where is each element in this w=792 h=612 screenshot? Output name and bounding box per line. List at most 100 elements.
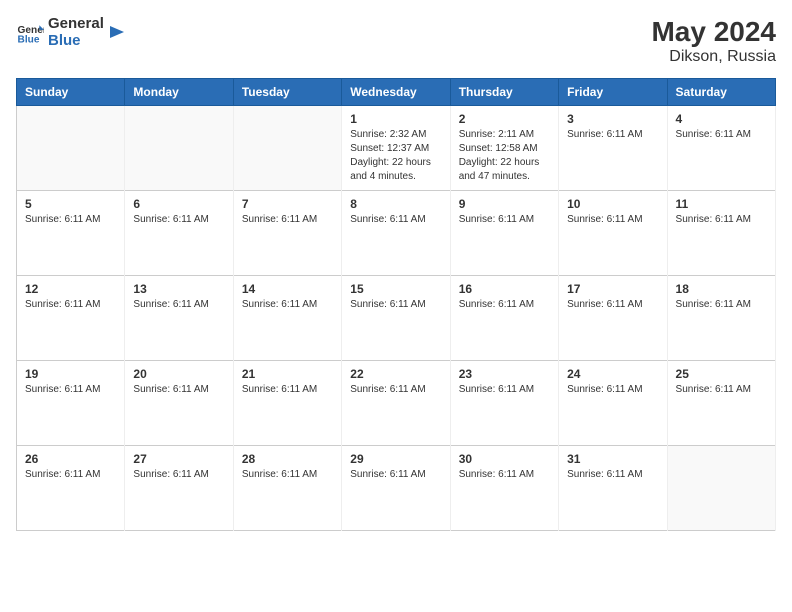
calendar-week-row: 19 Sunrise: 6:11 AM 20 Sunrise: 6:11 AM 21 Su… <box>17 361 776 446</box>
calendar-week-row: 26 Sunrise: 6:11 AM 27 Sunrise: 6:11 AM 28 Su… <box>17 446 776 531</box>
day-number: 4 <box>676 112 767 126</box>
day-number: 21 <box>242 367 333 381</box>
day-number: 3 <box>567 112 658 126</box>
calendar-cell: 17Sunrise: 6:11 AM <box>559 276 667 361</box>
day-number: 1 <box>350 112 441 126</box>
day-info: Sunrise: 6:11 AM <box>350 383 441 397</box>
day-info: Sunrise: 6:11 AM <box>25 298 116 312</box>
day-number: 20 <box>133 367 224 381</box>
day-info: Sunrise: 6:11 AM <box>133 213 224 227</box>
day-info: Sunrise: 6:11 AM <box>25 468 116 482</box>
calendar-cell: 24 Sunrise: 6:11 AM <box>559 361 667 446</box>
header-thursday: Thursday <box>450 79 558 106</box>
header-sunday: Sunday <box>17 79 125 106</box>
day-number: 18 <box>676 282 767 296</box>
day-number: 27 <box>133 452 224 466</box>
day-info: Sunrise: 6:11 AM <box>25 383 116 397</box>
logo-flag-icon <box>108 24 126 42</box>
calendar-cell: 15 Sunrise: 6:11 AM <box>342 276 450 361</box>
day-info: Sunrise: 6:11 AM <box>133 468 224 482</box>
calendar-table: SundayMondayTuesdayWednesdayThursdayFrid… <box>16 78 776 531</box>
header-friday: Friday <box>559 79 667 106</box>
calendar-cell: 21 Sunrise: 6:11 AM <box>233 361 341 446</box>
day-number: 13 <box>133 282 224 296</box>
calendar-cell: 27 Sunrise: 6:11 AM <box>125 446 233 531</box>
title-month: May 2024 <box>651 16 776 48</box>
calendar-cell: 6 Sunrise: 6:11 AM <box>125 191 233 276</box>
calendar-cell <box>233 106 341 191</box>
day-info: Sunrise: 6:11 AM <box>459 383 550 397</box>
day-info: Sunrise: 6:11 AM <box>567 383 658 397</box>
day-info: Sunrise: 6:11 AM <box>567 298 658 312</box>
day-info: Sunrise: 6:11 AM <box>459 298 550 312</box>
day-info: Sunrise: 6:11 AM <box>676 213 767 227</box>
day-number: 7 <box>242 197 333 211</box>
calendar-cell: 30 Sunrise: 6:11 AM <box>450 446 558 531</box>
day-number: 2 <box>459 112 550 126</box>
calendar-cell: 16Sunrise: 6:11 AM <box>450 276 558 361</box>
calendar-cell: 22 Sunrise: 6:11 AM <box>342 361 450 446</box>
day-number: 26 <box>25 452 116 466</box>
day-info: Sunrise: 2:32 AM Sunset: 12:37 AM Daylig… <box>350 128 441 184</box>
header-monday: Monday <box>125 79 233 106</box>
calendar-week-row: 1 Sunrise: 2:32 AM Sunset: 12:37 AM Dayli… <box>17 106 776 191</box>
day-info: Sunrise: 6:11 AM <box>242 383 333 397</box>
day-info: Sunrise: 6:11 AM <box>133 298 224 312</box>
calendar-cell: 4 Sunrise: 6:11 AM <box>667 106 775 191</box>
day-number: 10 <box>567 197 658 211</box>
day-number: 23 <box>459 367 550 381</box>
day-info: Sunrise: 6:11 AM <box>242 468 333 482</box>
day-info: Sunrise: 6:11 AM <box>242 213 333 227</box>
day-info: Sunrise: 6:11 AM <box>350 468 441 482</box>
svg-text:Blue: Blue <box>18 34 40 45</box>
day-number: 8 <box>350 197 441 211</box>
calendar-week-row: 5 Sunrise: 6:11 AM 6 Sunrise: 6:11 AM 7 Sunri… <box>17 191 776 276</box>
day-number: 6 <box>133 197 224 211</box>
calendar-cell: 28 Sunrise: 6:11 AM <box>233 446 341 531</box>
day-info: Sunrise: 6:11 AM <box>676 128 767 142</box>
calendar-cell <box>17 106 125 191</box>
day-number: 28 <box>242 452 333 466</box>
day-number: 14 <box>242 282 333 296</box>
header-wednesday: Wednesday <box>342 79 450 106</box>
day-info: Sunrise: 6:11 AM <box>25 213 116 227</box>
calendar-cell: 19 Sunrise: 6:11 AM <box>17 361 125 446</box>
calendar-cell: 18 Sunrise: 6:11 AM <box>667 276 775 361</box>
day-number: 11 <box>676 197 767 211</box>
header-saturday: Saturday <box>667 79 775 106</box>
day-info: Sunrise: 6:11 AM <box>133 383 224 397</box>
day-number: 25 <box>676 367 767 381</box>
day-number: 15 <box>350 282 441 296</box>
day-info: Sunrise: 6:11 AM <box>567 128 658 142</box>
calendar-cell: 3 Sunrise: 6:11 AM <box>559 106 667 191</box>
day-info: Sunrise: 6:11 AM <box>350 298 441 312</box>
calendar-cell: 31Sunrise: 6:11 AM <box>559 446 667 531</box>
day-info: Sunrise: 6:11 AM <box>459 468 550 482</box>
calendar-cell: 13 Sunrise: 6:11 AM <box>125 276 233 361</box>
day-number: 5 <box>25 197 116 211</box>
calendar-week-row: 12Sunrise: 6:11 AM13Sunrise: 6:11 AM14Su… <box>17 276 776 361</box>
calendar-cell <box>125 106 233 191</box>
day-number: 12 <box>25 282 116 296</box>
day-number: 19 <box>25 367 116 381</box>
calendar-cell: 5 Sunrise: 6:11 AM <box>17 191 125 276</box>
day-info: Sunrise: 6:11 AM <box>676 383 767 397</box>
calendar-cell: 14Sunrise: 6:11 AM <box>233 276 341 361</box>
calendar-cell: 12 Sunrise: 6:11 AM <box>17 276 125 361</box>
title-location: Dikson, Russia <box>651 48 776 66</box>
day-number: 9 <box>459 197 550 211</box>
calendar-cell: 29Sunrise: 6:11 AM <box>342 446 450 531</box>
calendar-cell: 20 Sunrise: 6:11 AM <box>125 361 233 446</box>
calendar-cell: 9Sunrise: 6:11 AM <box>450 191 558 276</box>
calendar-cell: 8Sunrise: 6:11 AM <box>342 191 450 276</box>
day-number: 24 <box>567 367 658 381</box>
day-number: 22 <box>350 367 441 381</box>
day-number: 30 <box>459 452 550 466</box>
logo-text-blue: Blue <box>48 33 104 50</box>
header-tuesday: Tuesday <box>233 79 341 106</box>
day-info: Sunrise: 6:11 AM <box>567 468 658 482</box>
calendar-cell: 11 Sunrise: 6:11 AM <box>667 191 775 276</box>
calendar-cell: 23 Sunrise: 6:11 AM <box>450 361 558 446</box>
day-info: Sunrise: 6:11 AM <box>676 298 767 312</box>
day-info: Sunrise: 6:11 AM <box>567 213 658 227</box>
